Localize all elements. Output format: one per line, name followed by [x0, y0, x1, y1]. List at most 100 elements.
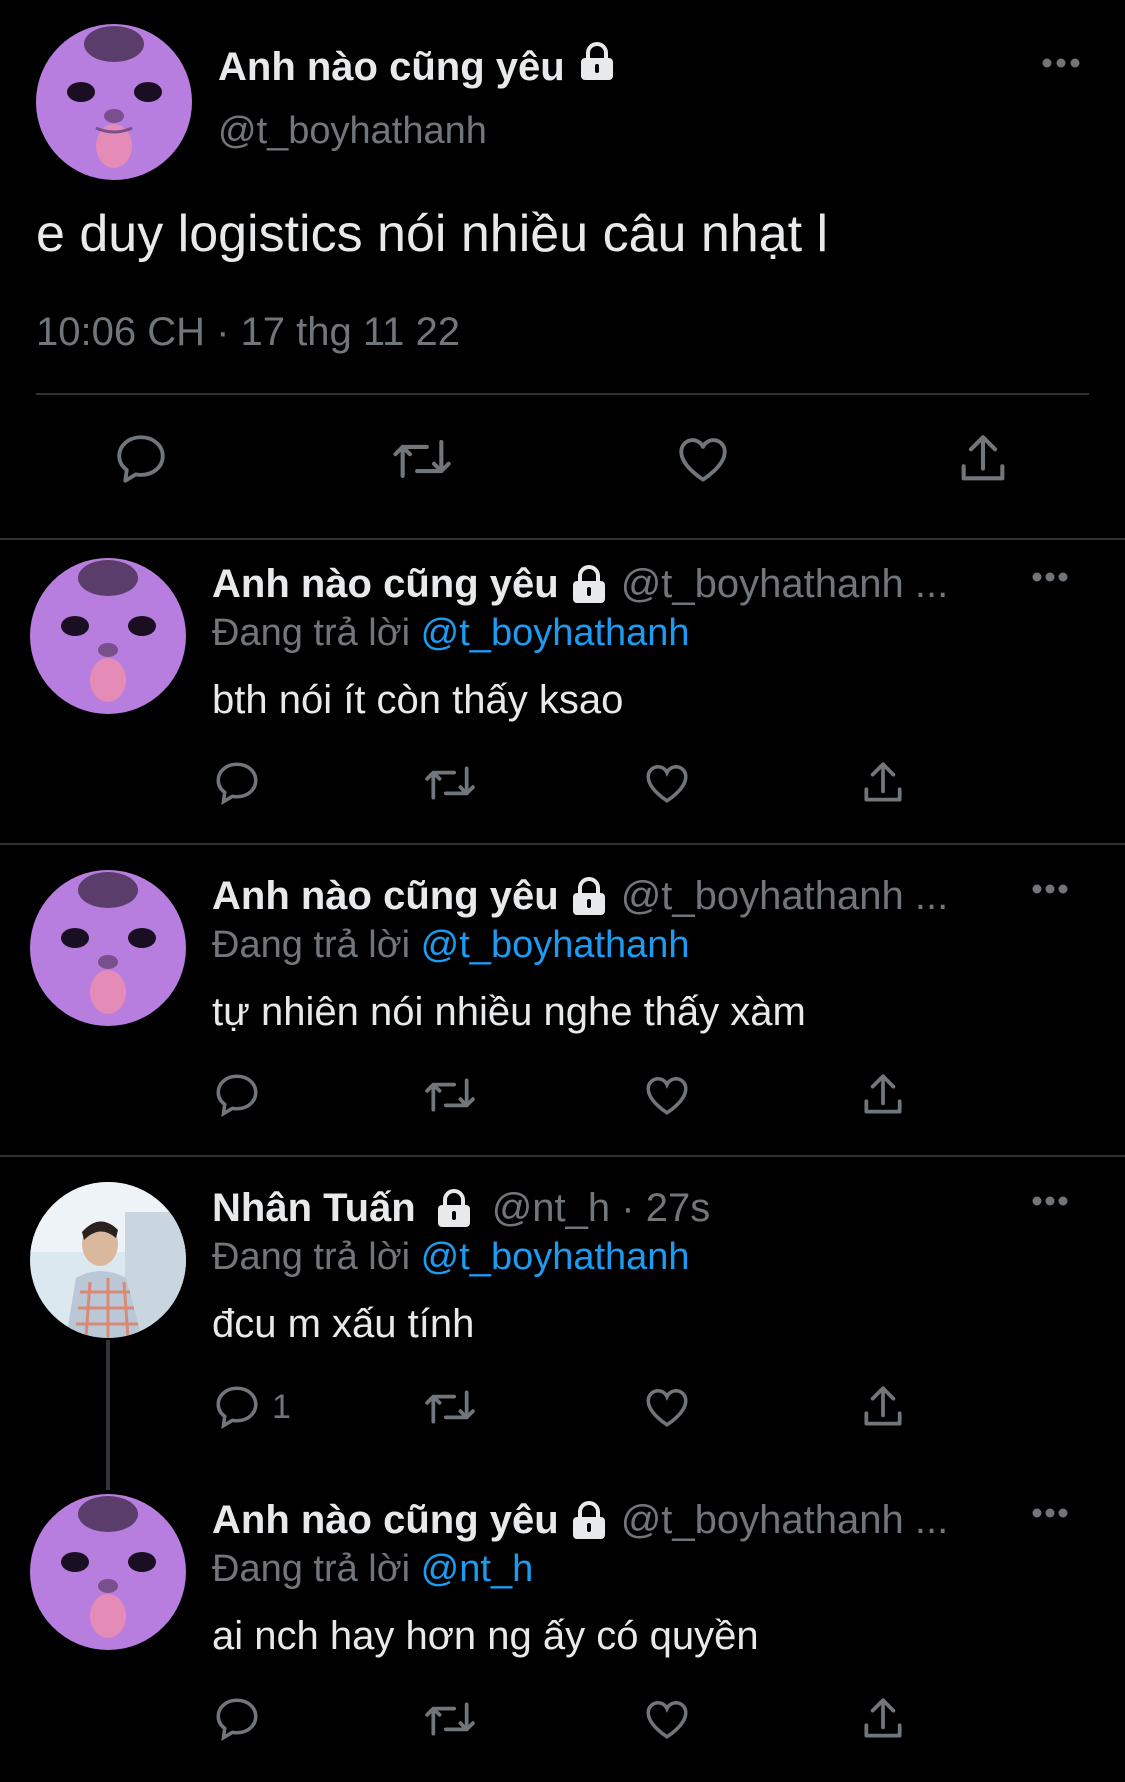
author-name[interactable]: Nhân Tuấn — [212, 1186, 416, 1231]
reply-icon — [216, 1698, 258, 1742]
tweet-text: ai nch hay hơn ng ấy có quyền — [212, 1614, 759, 1658]
retweet-button[interactable] — [422, 1382, 478, 1432]
share-button[interactable] — [858, 1382, 908, 1432]
avatar[interactable] — [30, 870, 186, 1026]
more-icon[interactable] — [1031, 882, 1069, 900]
like-button[interactable] — [642, 1382, 692, 1432]
tweet-text: đcu m xấu tính — [212, 1302, 475, 1346]
tweet-text: tự nhiên nói nhiều nghe thấy xàm — [212, 990, 806, 1034]
tweet-timestamp[interactable]: 10:06 CH · 17 thg 11 22 — [36, 310, 460, 355]
share-icon — [864, 1386, 902, 1426]
author-handle[interactable]: @t_boyhathanh ... — [621, 1498, 949, 1543]
cat-avatar-image — [36, 24, 192, 180]
reply-icon — [117, 435, 165, 483]
reply-tweet[interactable]: Anh nào cũng yêu @t_boyhathanh ... Đang … — [0, 852, 1125, 1154]
mention-link[interactable]: @t_boyhathanh — [421, 924, 690, 966]
author-handle[interactable]: @nt_h · 27s — [492, 1186, 711, 1231]
replying-to: Đang trả lời @nt_h — [212, 1548, 533, 1591]
share-icon — [864, 762, 902, 802]
tweet-text: e duy logistics nói nhiều câu nhạt l — [36, 205, 829, 263]
author-name[interactable]: Anh nào cũng yêu — [218, 45, 565, 90]
author-handle[interactable]: @t_boyhathanh — [218, 110, 487, 153]
retweet-button[interactable] — [422, 758, 478, 808]
share-icon — [864, 1698, 902, 1738]
reply-icon — [216, 1074, 258, 1118]
like-button[interactable] — [642, 1694, 692, 1744]
reply-header: Anh nào cũng yêu @t_boyhathanh ... — [212, 1498, 948, 1543]
like-icon — [646, 1389, 688, 1427]
tweet-actions — [0, 430, 1125, 500]
mention-link[interactable]: @t_boyhathanh — [421, 612, 690, 654]
more-icon[interactable] — [1031, 1506, 1069, 1524]
author-name[interactable]: Anh nào cũng yêu — [212, 1498, 559, 1543]
reply-button[interactable]: 1 — [212, 1382, 291, 1432]
share-button[interactable] — [858, 758, 908, 808]
replying-to: Đang trả lời @t_boyhathanh — [212, 924, 690, 967]
reply-button[interactable] — [212, 1694, 272, 1744]
share-button[interactable] — [954, 430, 1012, 488]
share-button[interactable] — [858, 1070, 908, 1120]
replying-prefix: Đang trả lời — [212, 1236, 411, 1278]
avatar[interactable] — [30, 1182, 186, 1338]
replying-to: Đang trả lời @t_boyhathanh — [212, 612, 690, 655]
tweet-text: bth nói ít còn thấy ksao — [212, 678, 624, 722]
reply-tweet[interactable]: Nhân Tuấn @nt_h · 27s Đang trả lời @t_bo… — [0, 1164, 1125, 1484]
divider — [36, 393, 1089, 395]
share-icon — [864, 1074, 902, 1114]
lock-icon — [436, 1188, 472, 1229]
mention-link[interactable]: @t_boyhathanh — [421, 1236, 690, 1278]
divider — [0, 1155, 1125, 1157]
like-icon — [646, 1701, 688, 1739]
retweet-button[interactable] — [422, 1694, 478, 1744]
retweet-icon — [425, 1078, 475, 1112]
reply-tweet[interactable]: Anh nào cũng yêu @t_boyhathanh ... Đang … — [0, 1476, 1125, 1782]
retweet-icon — [425, 766, 475, 800]
more-icon[interactable] — [1031, 570, 1069, 588]
retweet-button[interactable] — [422, 1070, 478, 1120]
retweet-icon — [393, 440, 451, 478]
lock-icon — [571, 1500, 607, 1541]
share-icon — [961, 435, 1005, 481]
lock-icon — [571, 876, 607, 917]
divider — [0, 843, 1125, 845]
avatar[interactable] — [30, 558, 186, 714]
retweet-icon — [425, 1702, 475, 1736]
tweet-actions — [0, 1694, 1125, 1754]
lock-icon — [571, 564, 607, 605]
reply-header: Anh nào cũng yêu @t_boyhathanh ... — [212, 874, 948, 919]
more-icon[interactable] — [1041, 56, 1081, 74]
lock-icon — [579, 42, 615, 92]
avatar[interactable] — [30, 1494, 186, 1650]
avatar[interactable] — [36, 24, 192, 180]
author-handle[interactable]: @t_boyhathanh ... — [621, 874, 949, 919]
retweet-icon — [425, 1390, 475, 1424]
like-icon — [646, 1077, 688, 1115]
author-name[interactable]: Anh nào cũng yêu — [212, 562, 559, 607]
tweet-actions: 1 — [0, 1382, 1125, 1442]
reply-button[interactable] — [212, 758, 272, 808]
share-button[interactable] — [858, 1694, 908, 1744]
reply-count: 1 — [272, 1387, 291, 1426]
author-handle[interactable]: @t_boyhathanh ... — [621, 562, 949, 607]
like-button[interactable] — [642, 1070, 692, 1120]
author-name[interactable]: Anh nào cũng yêu — [212, 874, 559, 919]
author-name-row: Anh nào cũng yêu — [218, 42, 615, 92]
main-tweet: Anh nào cũng yêu @t_boyhathanh e duy log… — [0, 0, 1125, 540]
like-button[interactable] — [642, 758, 692, 808]
replying-prefix: Đang trả lời — [212, 1548, 411, 1590]
reply-button[interactable] — [212, 1070, 272, 1120]
like-button[interactable] — [674, 430, 732, 488]
tweet-actions — [0, 758, 1125, 818]
reply-tweet[interactable]: Anh nào cũng yêu @t_boyhathanh ... Đang … — [0, 540, 1125, 842]
reply-header: Nhân Tuấn @nt_h · 27s — [212, 1186, 710, 1231]
like-icon — [679, 438, 727, 482]
replying-prefix: Đang trả lời — [212, 924, 411, 966]
reply-button[interactable] — [112, 430, 170, 488]
reply-header: Anh nào cũng yêu @t_boyhathanh ... — [212, 562, 948, 607]
tweet-actions — [0, 1070, 1125, 1130]
retweet-button[interactable] — [390, 430, 454, 488]
replying-prefix: Đang trả lời — [212, 612, 411, 654]
mention-link[interactable]: @nt_h — [421, 1548, 534, 1590]
more-icon[interactable] — [1031, 1194, 1069, 1212]
replying-to: Đang trả lời @t_boyhathanh — [212, 1236, 690, 1279]
